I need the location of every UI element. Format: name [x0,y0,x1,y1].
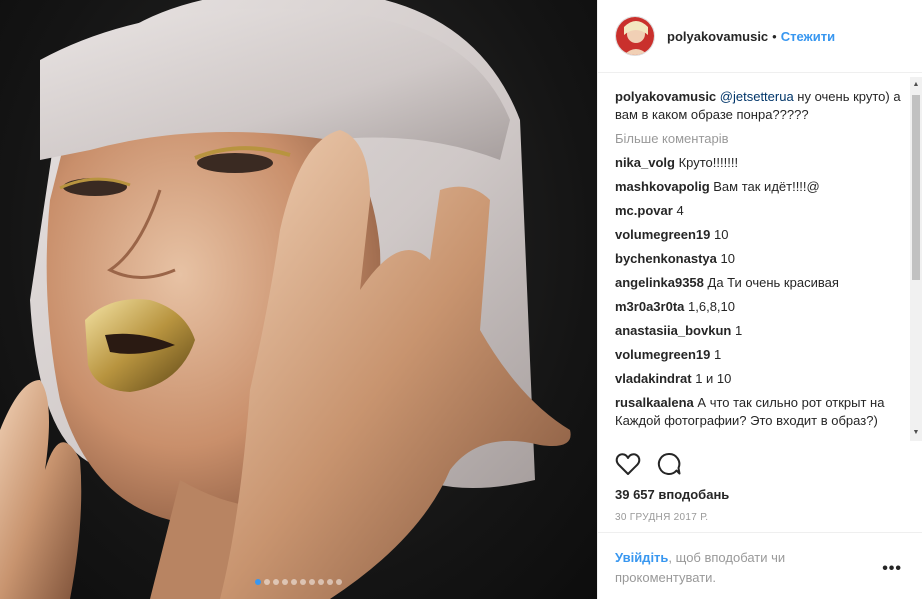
carousel-dot [318,579,324,585]
comment-username[interactable]: volumegreen19 [615,347,710,362]
comment-item: m3r0a3r0ta 1,6,8,10 [615,298,905,316]
comment-item: mashkovapolig Вам так идёт!!!!@ [615,178,905,196]
load-more-comments-button[interactable]: Більше коментарів [615,130,905,148]
comment-username[interactable]: mashkovapolig [615,179,710,194]
comment-username[interactable]: vladakindrat [615,371,692,386]
carousel-dot [282,579,288,585]
comment-username[interactable]: anastasiia_bovkun [615,323,731,338]
avatar-image-icon [616,17,654,55]
comment-text: Круто!!!!!!! [678,155,739,170]
carousel-dot [336,579,342,585]
caption-mention[interactable]: @jetsetterua [720,89,794,104]
like-button[interactable] [615,452,641,476]
post-date[interactable]: 30 ГРУДНЯ 2017 Р. [615,512,708,523]
comment-text: 1 [714,347,722,362]
portrait-illustration [0,0,571,599]
instagram-post-modal: polyakovamusic • Стежити polyakovamusic … [0,0,922,599]
carousel-dot [309,579,315,585]
comment-text: 1 и 10 [695,371,732,386]
comment-text: 10 [714,227,729,242]
comment-text: 1,6,8,10 [688,299,736,314]
caption-username[interactable]: polyakovamusic [615,89,716,104]
scrollbar-thumb[interactable] [912,95,920,280]
comment-item: angelinka9358 Да Ти очень красивая [615,274,905,292]
comment-username[interactable]: m3r0a3r0ta [615,299,684,314]
carousel-dot [264,579,270,585]
comment-text: 10 [720,251,735,266]
more-options-icon[interactable]: ••• [882,560,902,578]
comment-item: rusalkaalena А что так сильно рот открыт… [615,394,905,430]
comment-item: anastasiia_bovkun 1 [615,322,905,340]
post-photo[interactable] [0,0,597,599]
carousel-indicator [0,579,597,585]
comment-text: 4 [676,203,684,218]
post-header: polyakovamusic • Стежити [598,0,922,73]
heart-icon [615,453,641,475]
carousel-dot [291,579,297,585]
footer-divider [598,532,922,533]
login-link[interactable]: Увійдіть [615,550,668,565]
scroll-up-arrow-icon[interactable]: ▲ [910,79,922,91]
comment-username[interactable]: mc.povar [615,203,673,218]
comment-item: bychenkonastya 10 [615,250,905,268]
carousel-dot [255,579,261,585]
comment-item: volumegreen19 10 [615,226,905,244]
comments-list[interactable]: polyakovamusic @jetsetterua ну очень кру… [615,88,905,438]
comment-item: nika_volg Круто!!!!!!! [615,154,905,172]
scroll-down-arrow-icon[interactable]: ▼ [910,427,922,439]
comment-button[interactable] [657,452,682,476]
comment-text: 1 [734,323,743,338]
avatar[interactable] [615,16,655,56]
carousel-dot [273,579,279,585]
post-actions [615,452,682,476]
caption: polyakovamusic @jetsetterua ну очень кру… [615,88,905,124]
comment-item: vladakindrat 1 и 10 [615,370,905,388]
follow-button[interactable]: Стежити [781,29,835,44]
comment-text: Да Ти очень красивая [707,275,839,290]
comment-username[interactable]: angelinka9358 [615,275,704,290]
carousel-dot [300,579,306,585]
comment-username[interactable]: rusalkaalena [615,395,694,410]
comment-bubble-icon [657,452,681,475]
post-username[interactable]: polyakovamusic [667,29,768,44]
comment-username[interactable]: bychenkonastya [615,251,717,266]
comment-item: mc.povar 4 [615,202,905,220]
header-separator: • [772,28,777,44]
comment-username[interactable]: nika_volg [615,155,675,170]
post-side-panel: polyakovamusic • Стежити polyakovamusic … [597,0,922,599]
comments-scrollbar[interactable]: ▲ ▼ [910,77,922,441]
comment-username[interactable]: volumegreen19 [615,227,710,242]
comment-text: Вам так идёт!!!!@ [713,179,820,194]
comment-item: volumegreen19 1 [615,346,905,364]
likes-count[interactable]: 39 657 вподобань [615,487,729,502]
login-prompt: Увійдіть, щоб вподобати чи прокоментуват… [615,548,845,588]
carousel-dot [327,579,333,585]
